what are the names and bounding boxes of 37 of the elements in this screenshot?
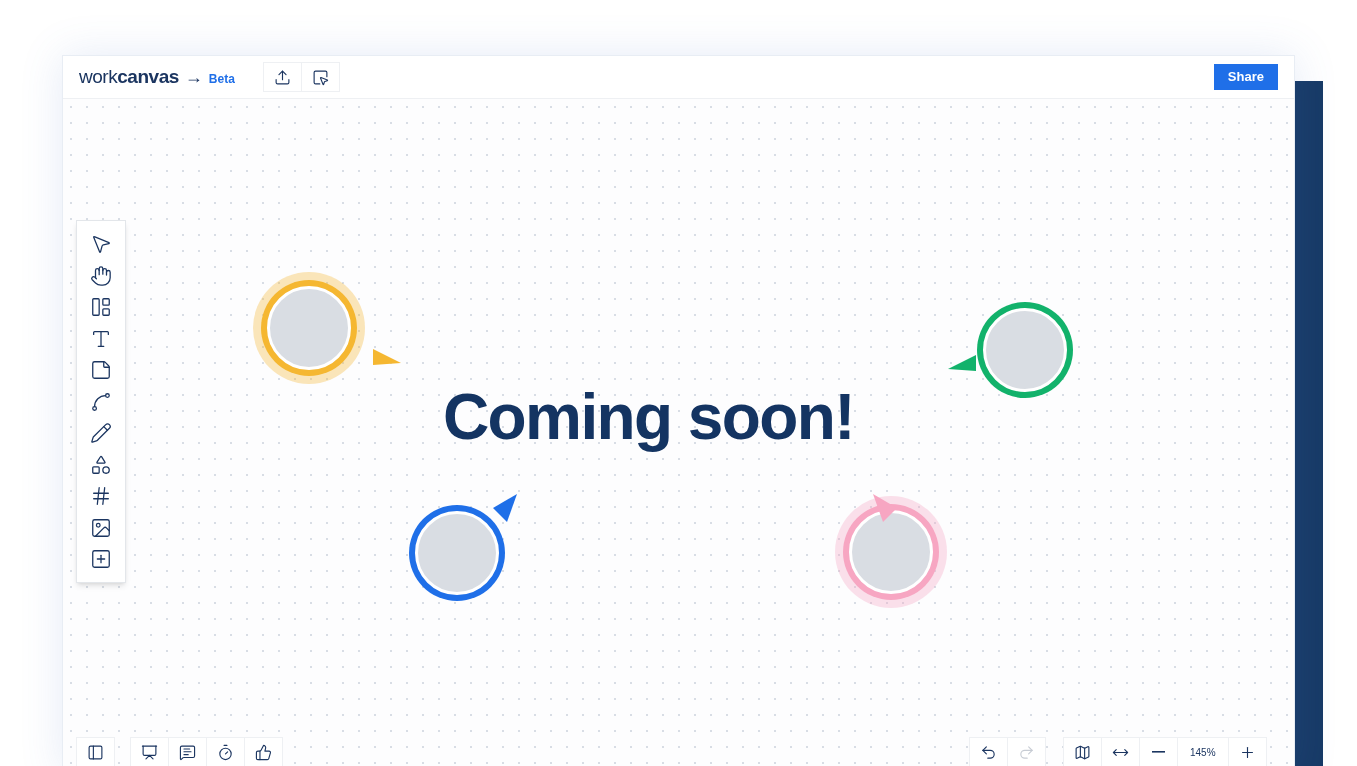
image-icon [90, 516, 112, 539]
connector-tool[interactable] [90, 390, 112, 413]
like-icon [255, 743, 272, 761]
frame-grid-tool[interactable] [90, 485, 112, 507]
pencil-tool[interactable] [90, 422, 112, 444]
timer-icon [217, 743, 234, 761]
shapes-icon [90, 453, 112, 476]
layout-icon [90, 296, 112, 318]
map-icon [1074, 743, 1091, 761]
zoom-out-button[interactable] [1140, 738, 1178, 766]
select-arrow-tool[interactable] [90, 233, 112, 255]
beta-label: Beta [208, 71, 235, 88]
present-button[interactable] [131, 738, 169, 766]
redo-icon [1018, 743, 1035, 761]
share-button[interactable]: Share [1213, 64, 1278, 90]
comment-icon [179, 743, 196, 761]
image-tool[interactable] [90, 516, 112, 539]
upload-icon [273, 68, 291, 86]
frame-grid-icon [90, 485, 112, 507]
present-icon [141, 743, 158, 761]
shapes-tool[interactable] [90, 453, 112, 476]
add-square-tool[interactable] [90, 548, 112, 570]
undo-icon [980, 743, 997, 761]
coming-soon-heading: Coming soon! [443, 380, 854, 455]
pencil-icon [90, 422, 112, 444]
hand-tool[interactable] [90, 264, 112, 287]
panel-toggle-icon [87, 743, 104, 761]
select-arrow-icon [90, 233, 112, 255]
connector-icon [90, 390, 112, 413]
arrow-glyph: → [184, 65, 203, 89]
hand-icon [90, 264, 112, 287]
sticky-note-icon [90, 359, 112, 381]
sticky-note-tool[interactable] [90, 359, 112, 381]
add-square-icon [90, 548, 112, 570]
select-frame-icon [311, 68, 329, 86]
brand-logo: workcanvas [79, 64, 179, 89]
layout-tool[interactable] [90, 296, 112, 318]
